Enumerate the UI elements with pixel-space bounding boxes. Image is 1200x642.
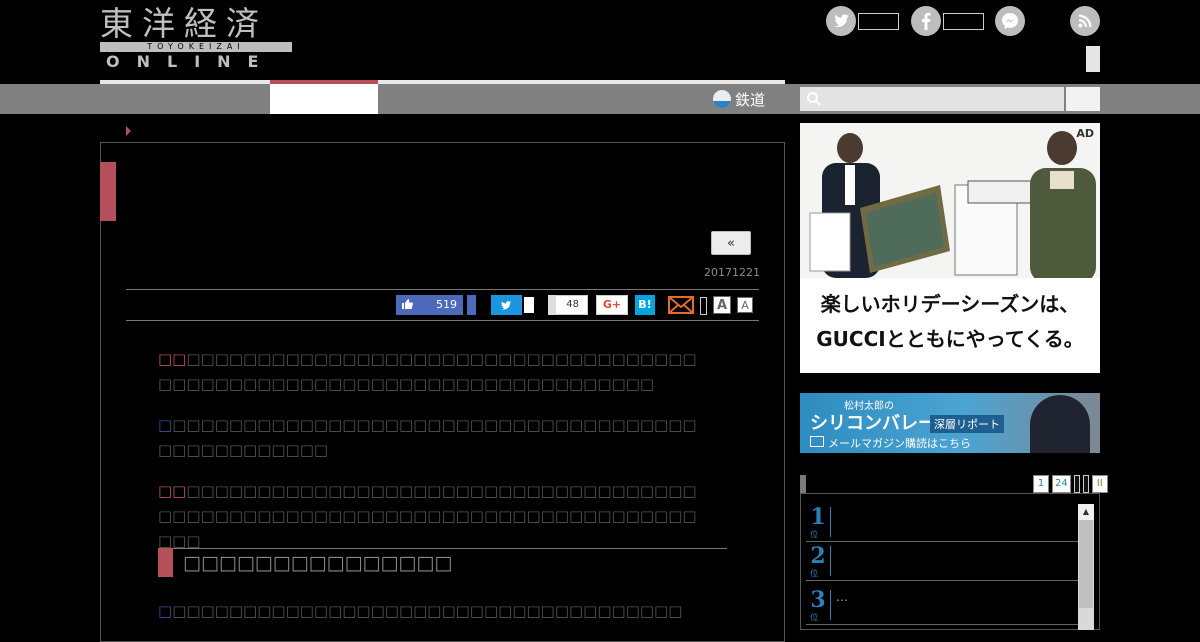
tweet-count (524, 297, 534, 313)
ranking-tabs: 1 24 II (1033, 475, 1108, 493)
pocket-button[interactable] (548, 295, 556, 315)
rank-title: … (836, 590, 848, 604)
subheading-accent (158, 548, 173, 577)
banner-cta: メールマガジン購読はこちら (828, 437, 971, 450)
logo-romaji: TOYOKEIZAI (100, 42, 292, 52)
paragraph-lead: □□ (158, 350, 187, 368)
article-title-accent (100, 162, 116, 221)
ad-caption: 楽しいホリデーシーズンは、 GUCCIとともにやってくる。 (800, 278, 1100, 373)
rank-number: 3 (810, 587, 826, 613)
paragraph-lead: □□ (158, 482, 187, 500)
twitter-icon (826, 6, 856, 36)
rank-suffix: 位 (810, 530, 818, 539)
hatena-bookmark-button[interactable]: B! (635, 295, 655, 315)
rank-divider (830, 546, 831, 576)
ranking-tab-month[interactable] (1082, 475, 1089, 493)
ranking-tab-1h[interactable]: 1 (1033, 475, 1049, 493)
tweet-button[interactable] (491, 295, 522, 315)
back-button[interactable]: « (711, 231, 751, 255)
logo-online: ONLINE (106, 52, 276, 71)
rank-suffix: 位 (810, 613, 818, 622)
breadcrumb-arrow-icon (126, 126, 131, 136)
rank-divider (830, 507, 831, 537)
ranking-tab-24h[interactable]: 24 (1052, 475, 1071, 493)
gucci-advertisement[interactable]: AD 楽しいホリデーシーズンは、 GUCCIとともにやってくる。 (800, 123, 1100, 373)
facebook-icon (911, 6, 941, 36)
article-paragraph: □□□□□□□□□□□□□□□□□□□□□□□□□□□□□□□□□□□□□ (158, 599, 710, 624)
facebook-share-button[interactable] (467, 295, 476, 315)
rss-icon (1070, 6, 1100, 36)
rank-number: 2 (810, 543, 826, 569)
google-plus-button[interactable]: G+ (596, 295, 628, 315)
mail-icon[interactable] (668, 296, 694, 314)
article-date: 20171221 (704, 266, 760, 279)
header-side-element[interactable] (1086, 46, 1100, 72)
nav-rail-label: 鉄道 (735, 90, 766, 109)
thumbs-up-icon (402, 299, 413, 309)
banner-tag: 深層リポート (930, 415, 1004, 433)
ranking-header-accent (800, 475, 806, 493)
paragraph-body: □□□□□□□□□□□□□□□□□□□□□□□□□□□□□□□□□□□□□□□□… (158, 416, 697, 459)
site-logo[interactable]: 東洋経済 TOYOKEIZAI ONLINE (100, 4, 292, 71)
facebook-like-button[interactable]: 519 (396, 295, 463, 315)
rank-divider (830, 590, 831, 620)
facebook-like-count (943, 13, 984, 30)
rank-suffix: 位 (810, 569, 818, 578)
search-input[interactable] (824, 87, 1062, 111)
share-divider-top (126, 289, 759, 290)
ad-badge: AD (1076, 127, 1094, 140)
ranking-scroll-thumb[interactable] (1079, 520, 1093, 608)
envelope-icon (810, 436, 824, 447)
search-button[interactable] (1066, 87, 1100, 111)
share-divider-bottom (126, 320, 759, 321)
font-size-large-button[interactable]: A (713, 296, 731, 314)
article-paragraph: □□□□□□□□□□□□□□□□□□□□□□□□□□□□□□□□□□□□□□□□… (158, 479, 710, 554)
paragraph-body: □□□□□□□□□□□□□□□□□□□□□□□□□□□□□□□□□□□□ (172, 602, 683, 620)
ranking-tab-shares[interactable]: II (1091, 475, 1108, 493)
article-paragraph: □□□□□□□□□□□□□□□□□□□□□□□□□□□□□□□□□□□□□□□□… (158, 347, 710, 397)
paragraph-lead: □ (158, 416, 173, 434)
twitter-bird-icon (501, 301, 512, 310)
ad-photo (800, 123, 1100, 283)
article-subheading: □□□□□□□□□□□□□□□ (183, 552, 453, 574)
ranking-item[interactable]: 1 位 (806, 503, 1078, 542)
train-icon (713, 90, 731, 108)
rank-number: 1 (810, 504, 826, 530)
ranking-tab-week[interactable] (1073, 475, 1080, 493)
search-icon (807, 92, 821, 106)
like-count: 519 (436, 298, 457, 311)
nav-tab-active[interactable] (270, 84, 378, 114)
messenger-icon (995, 6, 1025, 36)
paragraph-lead: □ (158, 602, 173, 620)
scroll-up-arrow-icon[interactable]: ▲ (1078, 504, 1094, 520)
twitter-follow-count (858, 13, 899, 30)
paragraph-body: □□□□□□□□□□□□□□□□□□□□□□□□□□□□□□□□□□□□□□□□… (158, 482, 697, 550)
print-button[interactable] (700, 297, 707, 315)
ranking-item[interactable]: 2 位 (806, 542, 1078, 581)
silicon-valley-newsletter-banner[interactable]: 松村太郎の シリコンバレー 深層リポート メールマガジン購読はこちら (800, 393, 1100, 453)
banner-title: シリコンバレー (810, 413, 936, 434)
ad-headline-1: 楽しいホリデーシーズンは、 (820, 292, 1080, 316)
nav-rail-link[interactable]: 鉄道 (713, 87, 765, 111)
article-paragraph: □□□□□□□□□□□□□□□□□□□□□□□□□□□□□□□□□□□□□□□□… (158, 413, 710, 463)
ranking-item[interactable]: 3 位 … (806, 586, 1078, 625)
logo-kanji: 東洋経済 (100, 4, 268, 43)
font-size-small-button[interactable]: A (737, 297, 753, 313)
subheading-rule (158, 548, 727, 549)
paragraph-body: □□□□□□□□□□□□□□□□□□□□□□□□□□□□□□□□□□□□□□□□… (158, 350, 697, 393)
banner-portrait (1030, 395, 1090, 453)
ad-headline-2: GUCCIとともにやってくる。 (816, 327, 1084, 351)
